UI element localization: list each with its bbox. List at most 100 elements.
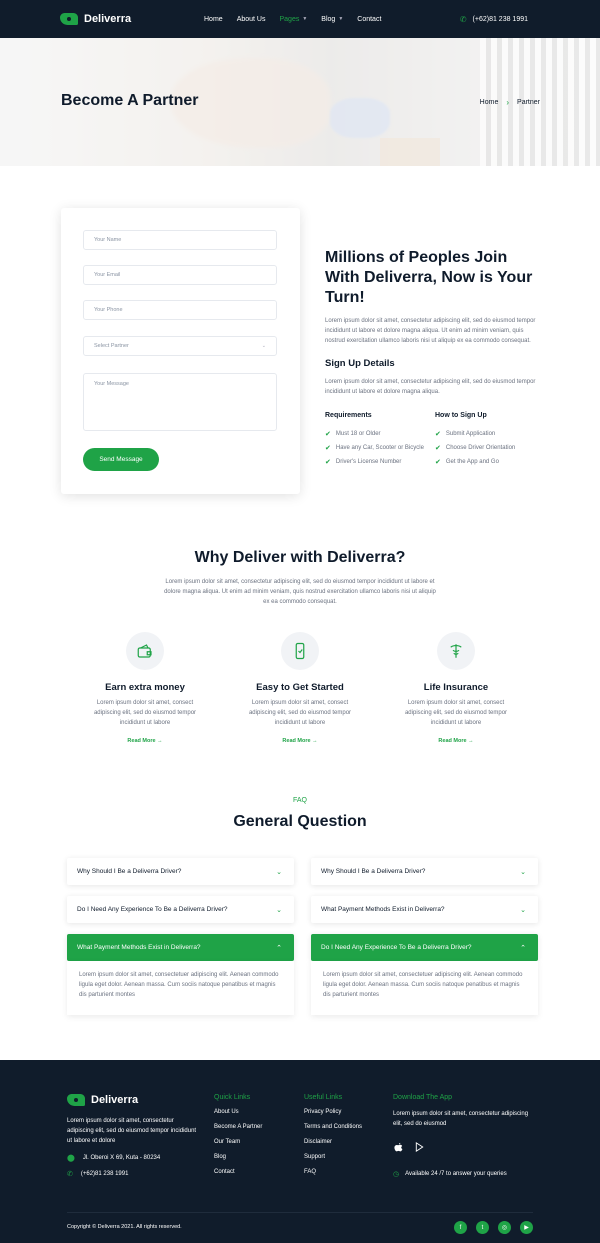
nav-home[interactable]: Home bbox=[204, 16, 223, 23]
list-item: ✔ Get the App and Go bbox=[435, 455, 545, 469]
location-pin-icon: ⬤ bbox=[67, 1155, 75, 1162]
footer-link[interactable]: Contact bbox=[214, 1169, 262, 1184]
availability: ◷ Available 24 /7 to answer your queries bbox=[393, 1170, 533, 1178]
nav-label: Home bbox=[204, 15, 223, 23]
faq-answer: Lorem ipsum dolor sit amet, consectetuer… bbox=[311, 961, 538, 1015]
chevron-down-icon: ⌄ bbox=[520, 906, 526, 914]
chevron-down-icon: ▼ bbox=[302, 16, 308, 22]
footer-link[interactable]: Terms and Conditions bbox=[304, 1124, 362, 1139]
logo-icon bbox=[67, 1094, 85, 1106]
faq-question-label: What Payment Methods Exist in Deliverra? bbox=[77, 944, 201, 951]
download-app-title: Download The App bbox=[393, 1094, 453, 1101]
footer-link[interactable]: Our Team bbox=[214, 1139, 262, 1154]
useful-links: Useful Links Privacy Policy Terms and Co… bbox=[304, 1094, 362, 1184]
faq-answer: Lorem ipsum dolor sit amet, consectetuer… bbox=[67, 961, 294, 1015]
faq-question[interactable]: Why Should I Be a Deliverra Driver? ⌄ bbox=[311, 858, 538, 885]
brand[interactable]: Deliverra bbox=[60, 13, 131, 25]
nav-label: About Us bbox=[236, 15, 266, 23]
nav-about[interactable]: About Us bbox=[237, 16, 266, 23]
footer-link[interactable]: Disclaimer bbox=[304, 1139, 362, 1154]
quick-links: Quick Links About Us Become A Partner Ou… bbox=[214, 1094, 262, 1184]
partner-form: Your Name Your Email Your Phone Select P… bbox=[61, 208, 300, 494]
breadcrumb-home[interactable]: Home bbox=[480, 99, 499, 106]
clock-icon: ◷ bbox=[393, 1171, 400, 1178]
faq-question[interactable]: Do I Need Any Experience To Be a Deliver… bbox=[67, 896, 294, 923]
faq-question[interactable]: Why Should I Be a Deliverra Driver? ⌄ bbox=[67, 858, 294, 885]
wallet-icon bbox=[126, 632, 164, 670]
feature-title: Life Insurance bbox=[423, 682, 489, 693]
store-icons bbox=[393, 1141, 533, 1156]
faq-question-open[interactable]: What Payment Methods Exist in Deliverra?… bbox=[67, 934, 294, 961]
footer-brand[interactable]: Deliverra bbox=[67, 1094, 138, 1106]
check-icon: ✔ bbox=[325, 445, 331, 452]
partner-select[interactable]: Select Partner ⌄ bbox=[83, 336, 277, 356]
download-app: Download The App Lorem ipsum dolor sit a… bbox=[393, 1094, 533, 1178]
check-icon: ✔ bbox=[325, 459, 331, 466]
header-phone[interactable]: ✆ (+62)81 238 1991 bbox=[460, 0, 528, 38]
phone-icon: ✆ bbox=[67, 1171, 73, 1178]
name-field[interactable]: Your Name bbox=[83, 230, 277, 250]
nav-contact[interactable]: Contact bbox=[357, 16, 381, 23]
join-description: Lorem ipsum dolor sit amet, consectetur … bbox=[325, 318, 536, 344]
chevron-down-icon: ⌄ bbox=[520, 868, 526, 876]
smartphone-icon bbox=[281, 632, 319, 670]
youtube-icon[interactable]: ▶ bbox=[520, 1221, 533, 1234]
feature-title: Easy to Get Started bbox=[256, 682, 344, 693]
footer-link[interactable]: Support bbox=[304, 1154, 362, 1169]
check-icon: ✔ bbox=[435, 445, 441, 452]
list-item-label: Submit Application bbox=[445, 431, 496, 437]
feature-description: Lorem ipsum dolor sit amet, consect adip… bbox=[248, 700, 352, 726]
why-title: Why Deliver with Deliverra? bbox=[194, 549, 406, 566]
email-field[interactable]: Your Email bbox=[83, 265, 277, 285]
google-play-icon[interactable] bbox=[414, 1141, 425, 1156]
read-more-label: Read More bbox=[438, 738, 467, 744]
address-text: Jl. Oberoi X 69, Kuta - 80234 bbox=[82, 1155, 161, 1161]
howto-list: How to Sign Up ✔ Submit Application ✔ Choo… bbox=[435, 412, 545, 469]
footer-link[interactable]: About Us bbox=[214, 1109, 262, 1124]
read-more-link[interactable]: Read More → bbox=[282, 738, 317, 744]
medical-icon bbox=[437, 632, 475, 670]
list-item-label: Choose Driver Orientation bbox=[445, 445, 516, 451]
phone-field[interactable]: Your Phone bbox=[83, 300, 277, 320]
facebook-icon[interactable]: f bbox=[454, 1221, 467, 1234]
footer-divider bbox=[67, 1212, 533, 1213]
footer-link[interactable]: Become A Partner bbox=[214, 1124, 262, 1139]
nav-label: Contact bbox=[357, 15, 382, 23]
list-item: ✔ Driver's License Number bbox=[325, 455, 435, 469]
message-field[interactable]: Your Message bbox=[83, 373, 277, 431]
twitter-icon[interactable]: t bbox=[476, 1221, 489, 1234]
nav-blog[interactable]: Blog ▼ bbox=[321, 16, 343, 23]
footer-link[interactable]: Privacy Policy bbox=[304, 1109, 362, 1124]
main-nav: Home About Us Pages ▼ Blog ▼ Contact bbox=[204, 0, 381, 38]
requirements-list: Requirements ✔ Must 18 or Older ✔ Have any… bbox=[325, 412, 435, 469]
footer-phone[interactable]: ✆ (+62)81 238 1991 bbox=[67, 1170, 128, 1178]
faq-question-open[interactable]: Do I Need Any Experience To Be a Deliver… bbox=[311, 934, 538, 961]
faq-title: General Question bbox=[233, 813, 367, 830]
quick-links-title: Quick Links bbox=[214, 1094, 251, 1101]
list-item-label: Driver's License Number bbox=[335, 459, 402, 465]
check-icon: ✔ bbox=[435, 459, 441, 466]
feature-title: Earn extra money bbox=[105, 682, 185, 693]
check-icon: ✔ bbox=[435, 431, 441, 438]
nav-pages[interactable]: Pages ▼ bbox=[279, 16, 307, 23]
read-more-label: Read More bbox=[282, 738, 311, 744]
requirements-title: Requirements bbox=[325, 412, 372, 419]
send-message-button[interactable]: Send Message bbox=[83, 448, 159, 471]
footer-link[interactable]: Blog bbox=[214, 1154, 262, 1169]
signup-description: Lorem ipsum dolor sit amet, consectetur … bbox=[325, 379, 536, 395]
faq-question[interactable]: What Payment Methods Exist in Deliverra?… bbox=[311, 896, 538, 923]
read-more-link[interactable]: Read More → bbox=[127, 738, 162, 744]
footer-link[interactable]: FAQ bbox=[304, 1169, 362, 1184]
phone-number: (+62)81 238 1991 bbox=[472, 15, 528, 23]
nav-label: Blog bbox=[321, 15, 336, 23]
feature-description: Lorem ipsum dolor sit amet, consect adip… bbox=[93, 700, 197, 726]
footer: Deliverra Lorem ipsum dolor sit amet, co… bbox=[0, 1060, 600, 1243]
chevron-down-icon: ⌄ bbox=[276, 868, 282, 876]
apple-icon[interactable] bbox=[393, 1141, 404, 1156]
howto-title: How to Sign Up bbox=[435, 412, 487, 419]
social-links: f t ◎ ▶ bbox=[454, 1221, 533, 1234]
useful-links-title: Useful Links bbox=[304, 1094, 343, 1101]
read-more-link[interactable]: Read More → bbox=[438, 738, 473, 744]
instagram-icon[interactable]: ◎ bbox=[498, 1221, 511, 1234]
copyright: Copyright © Deliverra 2021. All rights r… bbox=[67, 1224, 182, 1230]
